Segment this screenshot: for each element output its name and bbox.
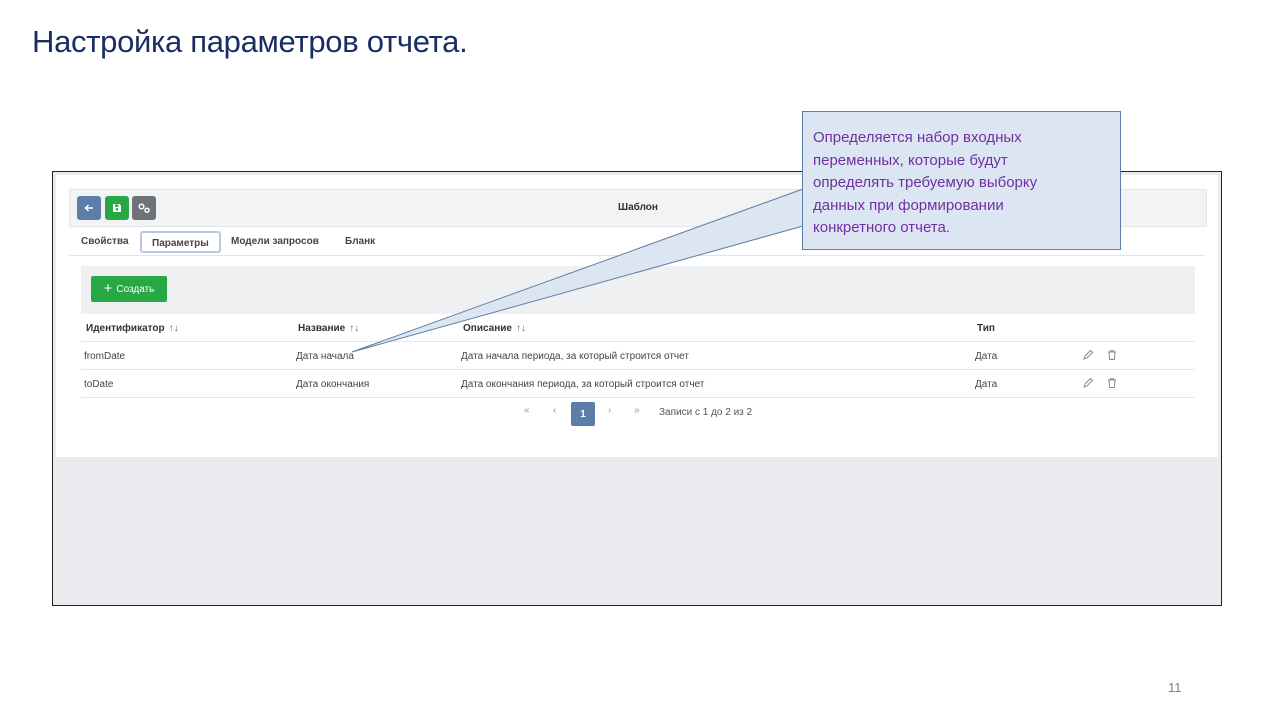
pagination-last[interactable]: » <box>634 405 640 416</box>
pagination-prev[interactable]: ‹ <box>553 405 556 416</box>
pagination-current-page[interactable]: 1 <box>571 402 595 426</box>
row-divider <box>81 397 1195 398</box>
pagination-first[interactable]: « <box>524 405 530 416</box>
column-header-description[interactable]: Описание ↑↓ <box>463 323 526 334</box>
plus-icon: + <box>103 280 113 297</box>
row-2-name: Дата окончания <box>296 379 370 390</box>
tab-query-models[interactable]: Модели запросов <box>221 231 329 253</box>
callout-line: определять требуемую выборку <box>813 174 1038 191</box>
pagination-next[interactable]: › <box>608 405 611 416</box>
row-2-type: Дата <box>975 379 998 390</box>
page-number: 11 <box>1168 680 1182 695</box>
edit-icon[interactable] <box>1082 349 1094 361</box>
callout-line: Определяется набор входных <box>813 129 1022 146</box>
column-header-identifier[interactable]: Идентификатор ↑↓ <box>86 323 179 334</box>
table-header-divider <box>81 341 1195 342</box>
delete-icon[interactable] <box>1106 377 1118 389</box>
callout-note: Определяется набор входных переменных, к… <box>802 111 1121 250</box>
callout-line: переменных, которые будут <box>813 151 1008 169</box>
callout-line: данных при формировании <box>813 196 1004 214</box>
actions-panel: + Создать <box>81 266 1195 314</box>
row-1-identifier: fromDate <box>84 351 126 362</box>
column-header-type: Тип <box>977 323 995 334</box>
delete-icon[interactable] <box>1106 349 1118 361</box>
pagination-info: Записи с 1 до 2 из 2 <box>659 407 753 418</box>
row-1-type: Дата <box>975 351 998 362</box>
slide-title: Настройка параметров отчета. <box>32 24 468 59</box>
tab-blank[interactable]: Бланк <box>335 231 385 253</box>
column-header-label: Идентификатор <box>86 323 165 334</box>
tab-parameters[interactable]: Параметры <box>140 231 221 253</box>
sort-icon[interactable]: ↑↓ <box>349 323 359 334</box>
column-header-label: Название <box>298 323 346 334</box>
row-divider <box>81 369 1195 370</box>
row-2-description: Дата окончания периода, за который строи… <box>461 379 705 390</box>
column-header-name[interactable]: Название ↑↓ <box>298 323 359 334</box>
row-2-identifier: toDate <box>84 379 114 390</box>
create-button-label: Создать <box>116 283 155 295</box>
row-1-name: Дата начала <box>296 351 354 362</box>
tab-properties[interactable]: Свойства <box>71 231 139 253</box>
edit-icon[interactable] <box>1082 377 1094 389</box>
sort-icon[interactable]: ↑↓ <box>516 323 526 334</box>
create-button[interactable]: + Создать <box>91 276 167 302</box>
sort-icon[interactable]: ↑↓ <box>169 323 179 334</box>
row-1-description: Дата начала периода, за который строится… <box>461 351 689 362</box>
callout-line: конкретного отчета. <box>813 219 951 236</box>
column-header-label: Тип <box>977 323 995 334</box>
column-header-label: Описание <box>463 323 512 334</box>
